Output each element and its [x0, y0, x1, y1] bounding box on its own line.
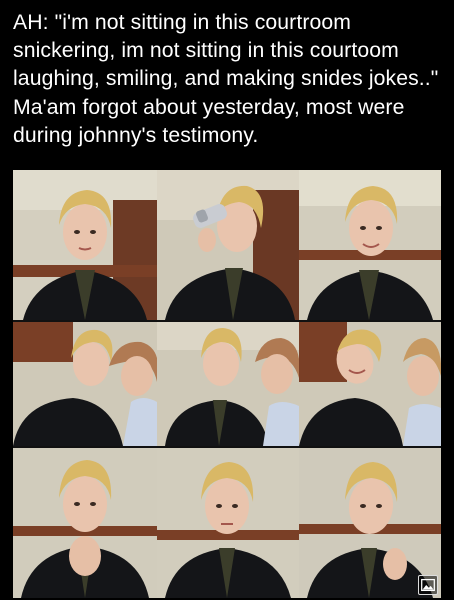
photo-collage[interactable] — [13, 170, 441, 598]
collage-photo-2[interactable] — [157, 170, 299, 320]
collage-photo-4[interactable] — [13, 322, 157, 446]
image-gallery-icon[interactable] — [418, 575, 438, 595]
collage-photo-3[interactable] — [299, 170, 441, 320]
collage-photo-1[interactable] — [13, 170, 157, 320]
collage-photo-7[interactable] — [13, 448, 157, 598]
post-caption: AH: "i'm not sitting in this courtroom s… — [13, 11, 445, 147]
collage-photo-5[interactable] — [157, 322, 299, 446]
collage-photo-6[interactable] — [299, 322, 441, 446]
collage-photo-8[interactable] — [157, 448, 299, 598]
collage-photo-9[interactable] — [299, 448, 441, 598]
